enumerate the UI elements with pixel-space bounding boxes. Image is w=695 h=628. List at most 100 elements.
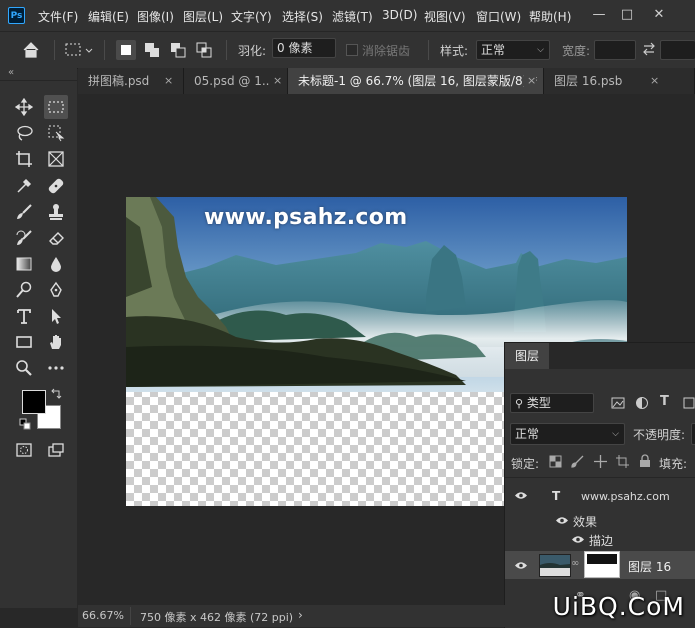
intersect-selection-icon[interactable] — [194, 40, 214, 60]
type-tool-icon[interactable] — [12, 304, 36, 328]
history-brush-tool-icon[interactable] — [12, 226, 36, 250]
screen-mode-icon[interactable] — [44, 438, 68, 462]
home-icon[interactable] — [22, 41, 40, 62]
adjustment-filter-icon[interactable] — [635, 396, 649, 413]
antialias-checkbox[interactable] — [346, 44, 358, 56]
blur-tool-icon[interactable] — [44, 252, 68, 276]
menu-layer[interactable]: 图层(L) — [183, 8, 223, 25]
foreground-color-swatch[interactable] — [22, 390, 46, 414]
close-icon[interactable]: × — [164, 68, 173, 94]
close-icon[interactable]: × — [524, 68, 537, 94]
collapse-panel-icon[interactable]: « — [8, 67, 14, 78]
close-icon[interactable]: × — [650, 68, 659, 94]
antialias-label: 消除锯齿 — [362, 44, 411, 58]
tab-label: 未标题-1 @ 66.7% (图层 16, 图层蒙版/8) * — [298, 74, 538, 88]
lasso-tool-icon[interactable] — [12, 121, 36, 145]
eyedropper-tool-icon[interactable] — [12, 174, 36, 198]
style-select[interactable]: 正常 ⌵ — [476, 40, 550, 60]
zoom-level[interactable]: 66.67% — [82, 609, 124, 622]
lock-label: 锁定: — [511, 457, 540, 471]
document-tabs: 拼图稿.psd × 05.psd @ 1... × 未标题-1 @ 66.7% … — [78, 68, 695, 94]
layer-row-layer16[interactable]: ∞ 图层 16 — [505, 551, 695, 579]
style-label: 样式: — [440, 44, 469, 58]
move-tool-icon[interactable] — [12, 95, 36, 119]
shape-filter-icon[interactable] — [682, 396, 695, 413]
menu-select[interactable]: 选择(S) — [282, 8, 323, 25]
opacity-label: 不透明度: — [633, 428, 686, 442]
menu-file[interactable]: 文件(F) — [38, 8, 78, 25]
blend-mode-value: 正常 — [515, 427, 540, 441]
lock-pixels-icon[interactable] — [571, 455, 584, 471]
brush-tool-icon[interactable] — [12, 200, 36, 224]
feather-input[interactable]: 0 像素 — [272, 38, 336, 58]
swap-colors-icon[interactable] — [50, 388, 62, 403]
swap-width-height-icon[interactable] — [642, 41, 656, 60]
marquee-preset-icon[interactable] — [64, 41, 94, 62]
fill-label: 填充: — [659, 457, 688, 471]
frame-tool-icon[interactable] — [44, 147, 68, 171]
subtract-selection-icon[interactable] — [168, 40, 188, 60]
maximize-button[interactable]: □ — [613, 3, 641, 27]
more-tools-icon[interactable] — [44, 356, 68, 380]
tab-layers[interactable]: 图层 — [505, 343, 549, 369]
menu-3d[interactable]: 3D(D) — [382, 8, 417, 22]
layer-row-text[interactable]: T www.psahz.com — [505, 485, 695, 509]
search-icon: ⚲ — [515, 397, 524, 410]
default-colors-icon[interactable] — [19, 418, 31, 433]
lock-artboard-icon[interactable] — [616, 455, 629, 471]
healing-brush-tool-icon[interactable] — [44, 174, 68, 198]
visibility-eye-icon[interactable] — [572, 533, 584, 547]
pen-tool-icon[interactable] — [44, 278, 68, 302]
status-menu-arrow-icon[interactable]: › — [298, 608, 303, 622]
dodge-tool-icon[interactable] — [12, 278, 36, 302]
menu-filter[interactable]: 滤镜(T) — [332, 8, 373, 25]
width-label: 宽度: — [562, 44, 591, 58]
style-value: 正常 — [481, 43, 506, 57]
minimize-button[interactable]: — — [585, 3, 613, 27]
stroke-effect-row[interactable]: 描边 — [505, 528, 695, 552]
close-icon[interactable]: × — [270, 68, 283, 94]
tab-puzzle-psd[interactable]: 拼图稿.psd × — [78, 68, 184, 94]
clone-stamp-tool-icon[interactable] — [44, 200, 68, 224]
opacity-input[interactable] — [691, 423, 695, 445]
tab-layer16-psb[interactable]: 图层 16.psb × — [544, 68, 695, 94]
layer-name: www.psahz.com — [581, 490, 670, 503]
visibility-eye-icon[interactable] — [515, 559, 527, 573]
lock-all-icon[interactable] — [639, 454, 651, 471]
blend-mode-select[interactable]: 正常 ⌵ — [510, 423, 625, 445]
tab-05-psd[interactable]: 05.psd @ 1... × — [184, 68, 288, 94]
eraser-tool-icon[interactable] — [44, 226, 68, 250]
layer-filter-select[interactable]: ⚲ 类型 — [510, 393, 594, 413]
visibility-eye-icon[interactable] — [556, 514, 568, 528]
menu-help[interactable]: 帮助(H) — [529, 8, 571, 25]
new-selection-icon[interactable] — [116, 40, 136, 60]
chevron-down-icon: ⌵ — [537, 45, 544, 55]
lock-transparency-icon[interactable] — [549, 455, 562, 471]
quick-mask-icon[interactable] — [12, 438, 36, 462]
text-layer-icon: T — [552, 489, 561, 503]
lock-position-icon[interactable] — [594, 455, 607, 471]
tab-untitled-1[interactable]: 未标题-1 @ 66.7% (图层 16, 图层蒙版/8) * × — [288, 68, 544, 94]
visibility-eye-icon[interactable] — [515, 489, 527, 503]
pixel-layer-filter-icon[interactable] — [611, 396, 625, 413]
menu-image[interactable]: 图像(I) — [137, 8, 174, 25]
type-filter-icon[interactable]: T — [660, 394, 669, 409]
gradient-tool-icon[interactable] — [12, 252, 36, 276]
rectangle-tool-icon[interactable] — [12, 330, 36, 354]
link-icon[interactable]: ∞ — [571, 558, 579, 569]
menu-window[interactable]: 窗口(W) — [476, 8, 521, 25]
path-selection-tool-icon[interactable] — [44, 304, 68, 328]
layer-mask-thumbnail[interactable] — [584, 551, 620, 578]
close-window-button[interactable]: ✕ — [645, 3, 673, 27]
object-selection-tool-icon[interactable] — [44, 121, 68, 145]
rectangular-marquee-tool-icon[interactable] — [44, 95, 68, 119]
zoom-tool-icon[interactable] — [12, 356, 36, 380]
height-input[interactable] — [660, 40, 695, 60]
menu-view[interactable]: 视图(V) — [424, 8, 466, 25]
width-input[interactable] — [594, 40, 636, 60]
add-selection-icon[interactable] — [142, 40, 162, 60]
crop-tool-icon[interactable] — [12, 147, 36, 171]
hand-tool-icon[interactable] — [44, 330, 68, 354]
menu-edit[interactable]: 编辑(E) — [88, 8, 129, 25]
menu-type[interactable]: 文字(Y) — [231, 8, 272, 25]
